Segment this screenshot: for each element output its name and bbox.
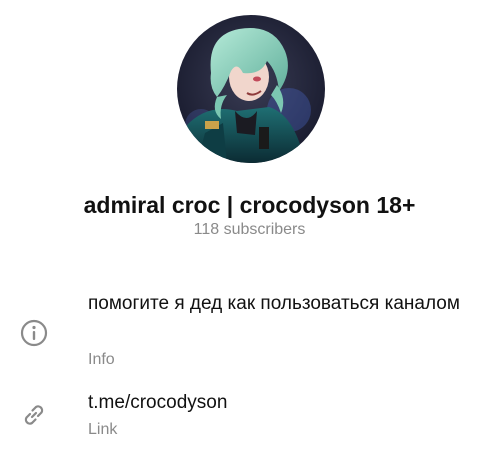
info-text: помогите я дед как пользоваться каналом xyxy=(88,293,460,314)
link-label: Link xyxy=(88,421,118,438)
link-text[interactable]: t.me/crocodyson xyxy=(88,390,483,416)
channel-avatar[interactable] xyxy=(177,15,325,163)
subscriber-count: 118 subscribers xyxy=(193,221,306,238)
info-row[interactable]: помогите я дед как пользоваться каналом … xyxy=(0,287,499,372)
info-icon xyxy=(19,318,49,348)
link-row[interactable]: t.me/crocodyson Link xyxy=(0,388,499,444)
info-label: Info xyxy=(88,351,115,368)
avatar-illustration xyxy=(177,15,325,163)
channel-info-page: admiral croc | crocodyson 18+ 118 subscr… xyxy=(0,0,499,452)
channel-name: admiral croc | crocodyson 18+ xyxy=(83,192,416,218)
link-icon xyxy=(19,400,49,430)
